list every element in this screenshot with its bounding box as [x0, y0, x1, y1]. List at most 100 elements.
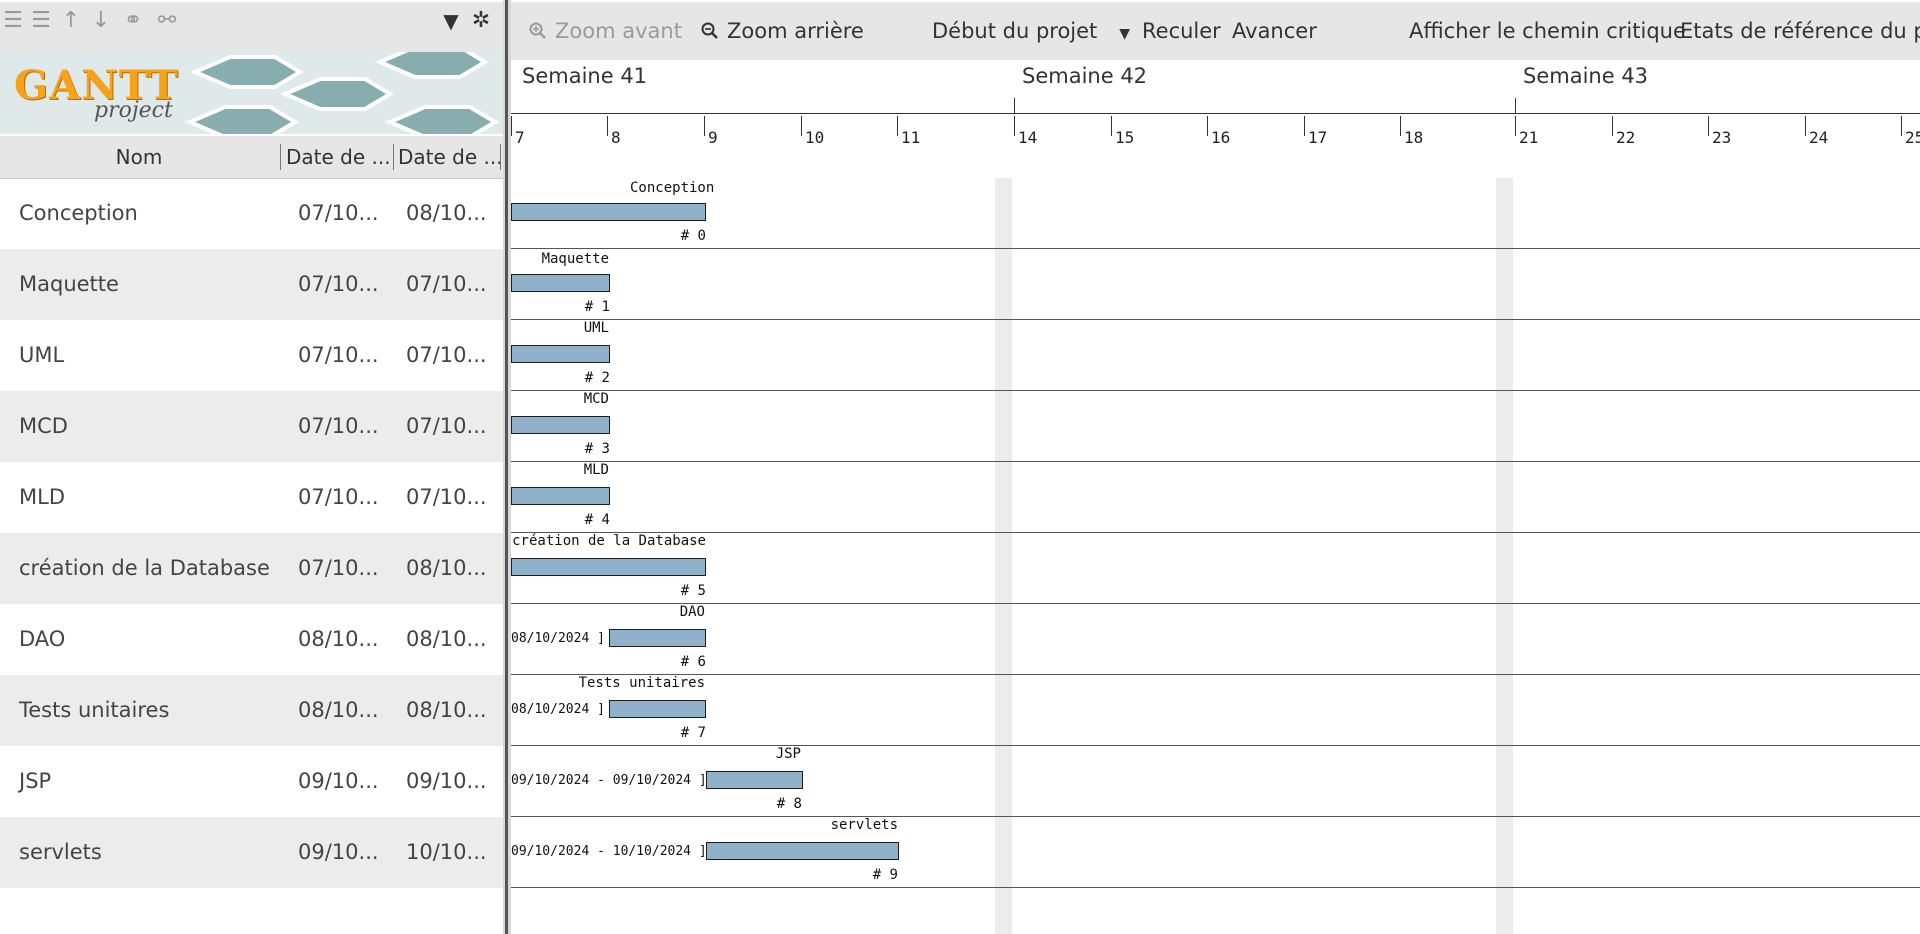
- task-table-body: Conception 07/10... 08/10... Maquette 07…: [0, 178, 503, 888]
- link-icon[interactable]: ⚭: [120, 8, 146, 34]
- table-row[interactable]: MLD 07/10... 07/10...: [0, 462, 503, 533]
- task-start-cell[interactable]: 07/10...: [298, 249, 379, 320]
- table-row[interactable]: création de la Database 07/10... 08/10..…: [0, 533, 503, 604]
- task-bar[interactable]: [511, 558, 706, 576]
- task-end-cell[interactable]: 09/10...: [406, 746, 487, 817]
- task-end-cell[interactable]: 10/10...: [406, 817, 487, 888]
- day-tick: [1708, 116, 1709, 136]
- row-divider: [511, 248, 1920, 249]
- column-header-start-date[interactable]: Date de ...: [286, 136, 392, 178]
- project-start-button[interactable]: Début du projet ▼: [932, 2, 1130, 60]
- move-down-icon[interactable]: ↓: [88, 8, 114, 34]
- day-label: 24: [1809, 128, 1829, 147]
- task-bar[interactable]: [511, 487, 610, 505]
- task-name-cell[interactable]: Tests unitaires: [19, 675, 169, 746]
- row-divider: [511, 603, 1920, 604]
- week-label: Semaine 42: [1022, 64, 1148, 88]
- task-date-range: 09/10/2024 - 10/10/2024 ]: [511, 844, 707, 859]
- column-separator[interactable]: [500, 144, 501, 170]
- task-name-cell[interactable]: JSP: [19, 746, 51, 817]
- task-name-cell[interactable]: MCD: [19, 391, 68, 462]
- weekend-column: [995, 178, 1012, 934]
- task-bar[interactable]: [511, 345, 610, 363]
- task-toolbar: ☰ ☰ ↑ ↓ ⚭ ⚯ ▼ ✲: [0, 2, 503, 52]
- gantt-project-window: ☰ ☰ ↑ ↓ ⚭ ⚯ ▼ ✲ GANTT project Nom Date d…: [0, 0, 1920, 934]
- task-start-cell[interactable]: 07/10...: [298, 533, 379, 604]
- task-bar[interactable]: [706, 842, 899, 860]
- task-name-cell[interactable]: UML: [19, 320, 64, 391]
- task-date-range: 08/10/2024 ]: [511, 631, 605, 646]
- task-bar-id: # 7: [680, 725, 706, 741]
- filter-icon[interactable]: ▼: [438, 8, 464, 34]
- task-bar[interactable]: [511, 416, 610, 434]
- task-end-cell[interactable]: 08/10...: [406, 533, 487, 604]
- task-start-cell[interactable]: 07/10...: [298, 178, 379, 249]
- week-label: Semaine 41: [522, 64, 648, 88]
- zoom-in-button[interactable]: Zoom avant: [529, 2, 682, 60]
- day-label: 10: [805, 128, 825, 147]
- task-name-cell[interactable]: MLD: [19, 462, 65, 533]
- unlink-icon[interactable]: ⚯: [154, 8, 180, 34]
- task-start-cell[interactable]: 08/10...: [298, 675, 379, 746]
- task-bar-id: # 6: [680, 654, 706, 670]
- table-row[interactable]: DAO 08/10... 08/10...: [0, 604, 503, 675]
- day-label: 7: [515, 128, 525, 147]
- column-separator[interactable]: [393, 144, 394, 170]
- task-end-cell[interactable]: 08/10...: [406, 675, 487, 746]
- indent-icon[interactable]: ☰: [28, 8, 54, 34]
- column-header-end-date[interactable]: Date de ...: [398, 136, 502, 178]
- table-row[interactable]: Conception 07/10... 08/10...: [0, 178, 503, 249]
- task-bar-id: # 9: [872, 867, 898, 883]
- task-start-cell[interactable]: 09/10...: [298, 746, 379, 817]
- task-bar[interactable]: [511, 203, 706, 221]
- task-start-cell[interactable]: 07/10...: [298, 320, 379, 391]
- baselines-button[interactable]: Etats de référence du pro: [1680, 2, 1920, 60]
- move-up-icon[interactable]: ↑: [58, 8, 84, 34]
- dropdown-arrow-icon[interactable]: ▼: [1119, 26, 1130, 42]
- gantt-chart-area[interactable]: Conception # 0 Maquette # 1 UML # 2 MCD …: [511, 178, 1920, 934]
- task-name-cell[interactable]: DAO: [19, 604, 65, 675]
- task-name-cell[interactable]: Maquette: [19, 249, 119, 320]
- table-row[interactable]: MCD 07/10... 07/10...: [0, 391, 503, 462]
- column-separator[interactable]: [280, 144, 281, 170]
- task-bar[interactable]: [706, 771, 803, 789]
- task-end-cell[interactable]: 07/10...: [406, 462, 487, 533]
- task-start-cell[interactable]: 07/10...: [298, 391, 379, 462]
- row-divider: [511, 887, 1920, 888]
- outdent-icon[interactable]: ☰: [0, 8, 26, 34]
- task-bar[interactable]: [511, 274, 610, 292]
- task-bar[interactable]: [609, 700, 706, 718]
- table-row[interactable]: servlets 09/10... 10/10...: [0, 817, 503, 888]
- critical-path-button[interactable]: Afficher le chemin critique: [1409, 2, 1686, 60]
- row-divider: [511, 390, 1920, 391]
- zoom-out-button[interactable]: Zoom arrière: [701, 2, 864, 60]
- task-end-cell[interactable]: 08/10...: [406, 178, 487, 249]
- task-end-cell[interactable]: 07/10...: [406, 391, 487, 462]
- day-label: 9: [708, 128, 718, 147]
- row-divider: [511, 532, 1920, 533]
- row-divider: [511, 745, 1920, 746]
- task-start-cell[interactable]: 09/10...: [298, 817, 379, 888]
- task-name-cell[interactable]: servlets: [19, 817, 102, 888]
- table-row[interactable]: Maquette 07/10... 07/10...: [0, 249, 503, 320]
- task-end-cell[interactable]: 07/10...: [406, 249, 487, 320]
- forward-button[interactable]: Avancer: [1232, 2, 1317, 60]
- task-bar-label: Tests unitaires: [578, 675, 705, 691]
- table-row[interactable]: Tests unitaires 08/10... 08/10...: [0, 675, 503, 746]
- task-start-cell[interactable]: 07/10...: [298, 462, 379, 533]
- task-bar[interactable]: [609, 629, 706, 647]
- task-end-cell[interactable]: 08/10...: [406, 604, 487, 675]
- task-name-cell[interactable]: Conception: [19, 178, 138, 249]
- day-label: 15: [1115, 128, 1135, 147]
- task-bar-label: JSP: [775, 746, 801, 762]
- table-row[interactable]: JSP 09/10... 09/10...: [0, 746, 503, 817]
- gear-icon[interactable]: ✲: [468, 8, 494, 34]
- row-divider: [511, 816, 1920, 817]
- task-end-cell[interactable]: 07/10...: [406, 320, 487, 391]
- day-label: 25: [1905, 128, 1920, 147]
- column-header-name[interactable]: Nom: [0, 136, 278, 178]
- back-button[interactable]: Reculer: [1142, 2, 1221, 60]
- table-row[interactable]: UML 07/10... 07/10...: [0, 320, 503, 391]
- task-name-cell[interactable]: création de la Database: [19, 533, 270, 604]
- task-start-cell[interactable]: 08/10...: [298, 604, 379, 675]
